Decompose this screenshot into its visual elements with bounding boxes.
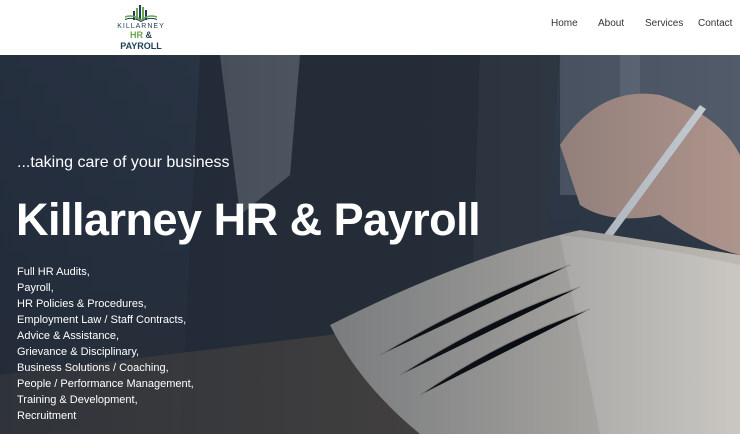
nav-contact[interactable]: Contact [698, 18, 732, 29]
logo-text-hr: HR [130, 30, 143, 40]
logo-text-payroll: PAYROLL [120, 41, 162, 51]
service-item: Payroll, [17, 282, 54, 294]
book-skyline-icon [124, 5, 158, 22]
site-header: KILLARNEY HR & PAYROLL Home About Servic… [0, 0, 740, 55]
service-item: Training & Development, [17, 394, 138, 406]
logo-text-killarney: KILLARNEY [117, 23, 165, 30]
hero-section: ...taking care of your business Killarne… [0, 55, 740, 434]
hero-title: Killarney HR & Payroll [16, 194, 481, 245]
service-item: People / Performance Management, [17, 378, 194, 390]
hero-tagline: ...taking care of your business [17, 154, 230, 171]
service-item: Recruitment [17, 410, 77, 422]
logo-text-amp: & [143, 30, 153, 40]
services-list: Full HR Audits, Payroll, HR Policies & P… [17, 264, 194, 424]
service-item: Grievance & Disciplinary, [17, 346, 140, 358]
service-item: HR Policies & Procedures, [17, 298, 147, 310]
logo-text-hr-payroll: HR & PAYROLL [115, 30, 167, 52]
nav-services[interactable]: Services [645, 18, 683, 29]
nav-about[interactable]: About [598, 18, 624, 29]
service-item: Advice & Assistance, [17, 330, 120, 342]
service-item: Full HR Audits, [17, 266, 90, 278]
nav-home[interactable]: Home [551, 18, 578, 29]
service-item: Employment Law / Staff Contracts, [17, 314, 187, 326]
service-item: Business Solutions / Coaching, [17, 362, 169, 374]
site-logo[interactable]: KILLARNEY HR & PAYROLL [115, 4, 167, 51]
